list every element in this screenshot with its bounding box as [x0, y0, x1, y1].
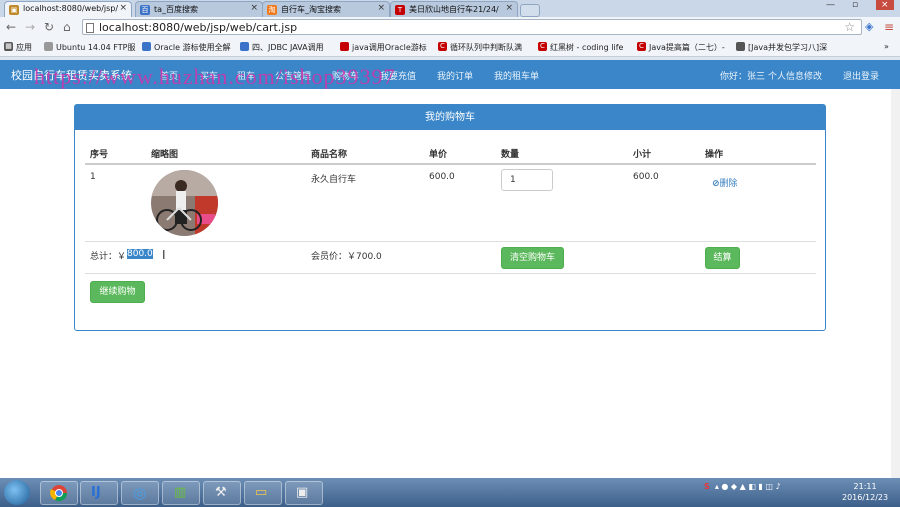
- bicycle-photo-icon: [151, 170, 218, 236]
- bookmark-item[interactable]: [Java并发包学习八]深: [736, 42, 827, 53]
- col-header-quantity: 数量: [501, 150, 520, 160]
- extension-icon[interactable]: ◈: [865, 21, 873, 33]
- browser-chrome: ▣ localhost:8080/web/jsp/ × 百 ta_百度搜索 × …: [0, 0, 900, 60]
- app-taskbar-icon[interactable]: ◎: [121, 481, 159, 505]
- tmall-icon: T: [395, 5, 405, 15]
- bookmark-item[interactable]: C 红黑树 - coding life: [538, 42, 623, 53]
- csdn-icon: C: [538, 42, 547, 51]
- col-header-subtotal: 小计: [633, 150, 652, 160]
- system-clock[interactable]: 21:11 2016/12/23: [842, 481, 888, 503]
- clock-date: 2016/12/23: [842, 493, 889, 502]
- baidu-icon: 百: [140, 5, 150, 15]
- tab-strip: ▣ localhost:8080/web/jsp/ × 百 ta_百度搜索 × …: [0, 0, 900, 17]
- clear-cart-button[interactable]: 清空购物车: [501, 247, 564, 269]
- member-price: 会员价：￥700.0: [311, 252, 382, 262]
- address-url[interactable]: localhost:8080/web/jsp/web/cart.jsp: [99, 21, 297, 34]
- col-header-index: 序号: [90, 150, 109, 160]
- bookmark-item[interactable]: 四、JDBC JAVA调用: [240, 42, 324, 53]
- back-icon[interactable]: ←: [6, 21, 16, 33]
- chart-app-taskbar-icon[interactable]: ▥: [162, 481, 200, 505]
- product-thumbnail[interactable]: [151, 170, 218, 236]
- taskbar: IJ ◎ ▥ ⚒ ▭ ▣ S ▴ ● ◆ ▲ ◧ ▮ ◫ ♪ 21:11 201…: [0, 478, 900, 507]
- footer-divider: [85, 273, 816, 274]
- address-bar[interactable]: localhost:8080/web/jsp/web/cart.jsp ☆: [82, 19, 862, 35]
- reload-icon[interactable]: ↻: [44, 21, 54, 33]
- bookmarks-bar: ▦ 应用 Ubuntu 14.04 FTP服 Oracle 游标使用全解 四、JD…: [0, 39, 900, 57]
- bookmark-item[interactable]: C Java提高篇（二七）-: [637, 42, 725, 53]
- maximize-icon[interactable]: ▫: [852, 0, 858, 10]
- start-button[interactable]: [4, 480, 30, 505]
- close-icon[interactable]: ×: [119, 3, 127, 13]
- close-icon[interactable]: ×: [505, 3, 513, 13]
- ban-icon: ⊘: [712, 179, 720, 189]
- folder-taskbar-icon[interactable]: ▭: [244, 481, 282, 505]
- bookmark-apps[interactable]: ▦ 应用: [4, 42, 32, 53]
- delete-link[interactable]: ⊘删除: [712, 176, 738, 189]
- bookmark-star-icon[interactable]: ☆: [844, 20, 855, 34]
- col-header-action: 操作: [705, 150, 724, 160]
- nav-item-orders[interactable]: 我的订单: [437, 69, 473, 82]
- tab-cart[interactable]: ▣ localhost:8080/web/jsp/ ×: [4, 1, 132, 17]
- chrome-taskbar-icon[interactable]: [40, 481, 78, 505]
- csdn-icon: C: [438, 42, 447, 51]
- col-header-name: 商品名称: [311, 150, 348, 160]
- taobao-icon: 淘: [267, 5, 277, 15]
- menu-icon[interactable]: ≡: [884, 21, 894, 33]
- continue-shopping-button[interactable]: 继续购物: [90, 281, 145, 303]
- quantity-input[interactable]: 1: [501, 169, 553, 191]
- csdn-icon: C: [637, 42, 646, 51]
- tab-taobao[interactable]: 淘 自行车_淘宝搜索 ×: [262, 1, 390, 17]
- bookmarks-more[interactable]: »: [884, 42, 889, 51]
- page-icon: [86, 23, 94, 33]
- header-divider: [85, 163, 816, 165]
- product-subtotal: 600.0: [633, 172, 659, 182]
- tab-baidu[interactable]: 百 ta_百度搜索 ×: [135, 1, 263, 17]
- tools-taskbar-icon[interactable]: ⚒: [203, 481, 241, 505]
- clock-time: 21:11: [853, 482, 877, 491]
- watermark-text: https://www.huzhan.com/ishop39397: [34, 64, 396, 89]
- row-divider: [85, 241, 816, 242]
- page-icon: [736, 42, 745, 51]
- nav-item-profile[interactable]: 个人信息修改: [768, 69, 822, 82]
- system-tray-icons[interactable]: S ▴ ● ◆ ▲ ◧ ▮ ◫ ♪: [704, 482, 781, 491]
- page-icon: [142, 42, 151, 51]
- home-icon[interactable]: ⌂: [63, 21, 71, 33]
- bookmark-item[interactable]: Oracle 游标使用全解: [142, 42, 231, 53]
- checkout-button[interactable]: 结算: [705, 247, 740, 269]
- close-window-icon[interactable]: ×: [876, 0, 894, 10]
- minimize-icon[interactable]: —: [826, 0, 835, 10]
- page-icon: [340, 42, 349, 51]
- nav-item-logout[interactable]: 退出登录: [843, 69, 879, 82]
- new-tab-button[interactable]: [520, 4, 540, 17]
- greeting-text: 你好：张三: [720, 72, 766, 82]
- page-scrollbar[interactable]: [891, 89, 900, 478]
- total-label: 总计：￥: [90, 252, 127, 262]
- page-icon: ▣: [9, 5, 19, 15]
- close-icon[interactable]: ×: [250, 3, 258, 13]
- page-icon: [44, 42, 53, 51]
- apps-icon: ▦: [4, 42, 13, 51]
- bookmark-item[interactable]: Ubuntu 14.04 FTP服: [44, 42, 135, 53]
- tab-tmall[interactable]: T 美日欣山地自行车21/24/ ×: [390, 1, 518, 17]
- bookmark-item[interactable]: java调用Oracle游标: [340, 42, 427, 53]
- bookmark-item[interactable]: C 循环队列中判断队满: [438, 42, 522, 53]
- close-icon[interactable]: ×: [377, 3, 385, 13]
- recorder-taskbar-icon[interactable]: ▣: [285, 481, 323, 505]
- text-cursor-icon: I: [162, 248, 166, 262]
- col-header-thumbnail: 缩略图: [151, 150, 179, 160]
- row-index: 1: [90, 172, 96, 182]
- page-icon: [240, 42, 249, 51]
- nav-item-rentals[interactable]: 我的租车单: [494, 69, 539, 82]
- product-price: 600.0: [429, 172, 455, 182]
- cart-title: 我的购物车: [75, 105, 825, 130]
- product-name[interactable]: 永久自行车: [311, 172, 356, 185]
- forward-icon[interactable]: →: [25, 21, 35, 33]
- total-value: 800.0: [127, 249, 153, 259]
- intellij-taskbar-icon[interactable]: IJ: [80, 481, 118, 505]
- col-header-price: 单价: [429, 150, 448, 160]
